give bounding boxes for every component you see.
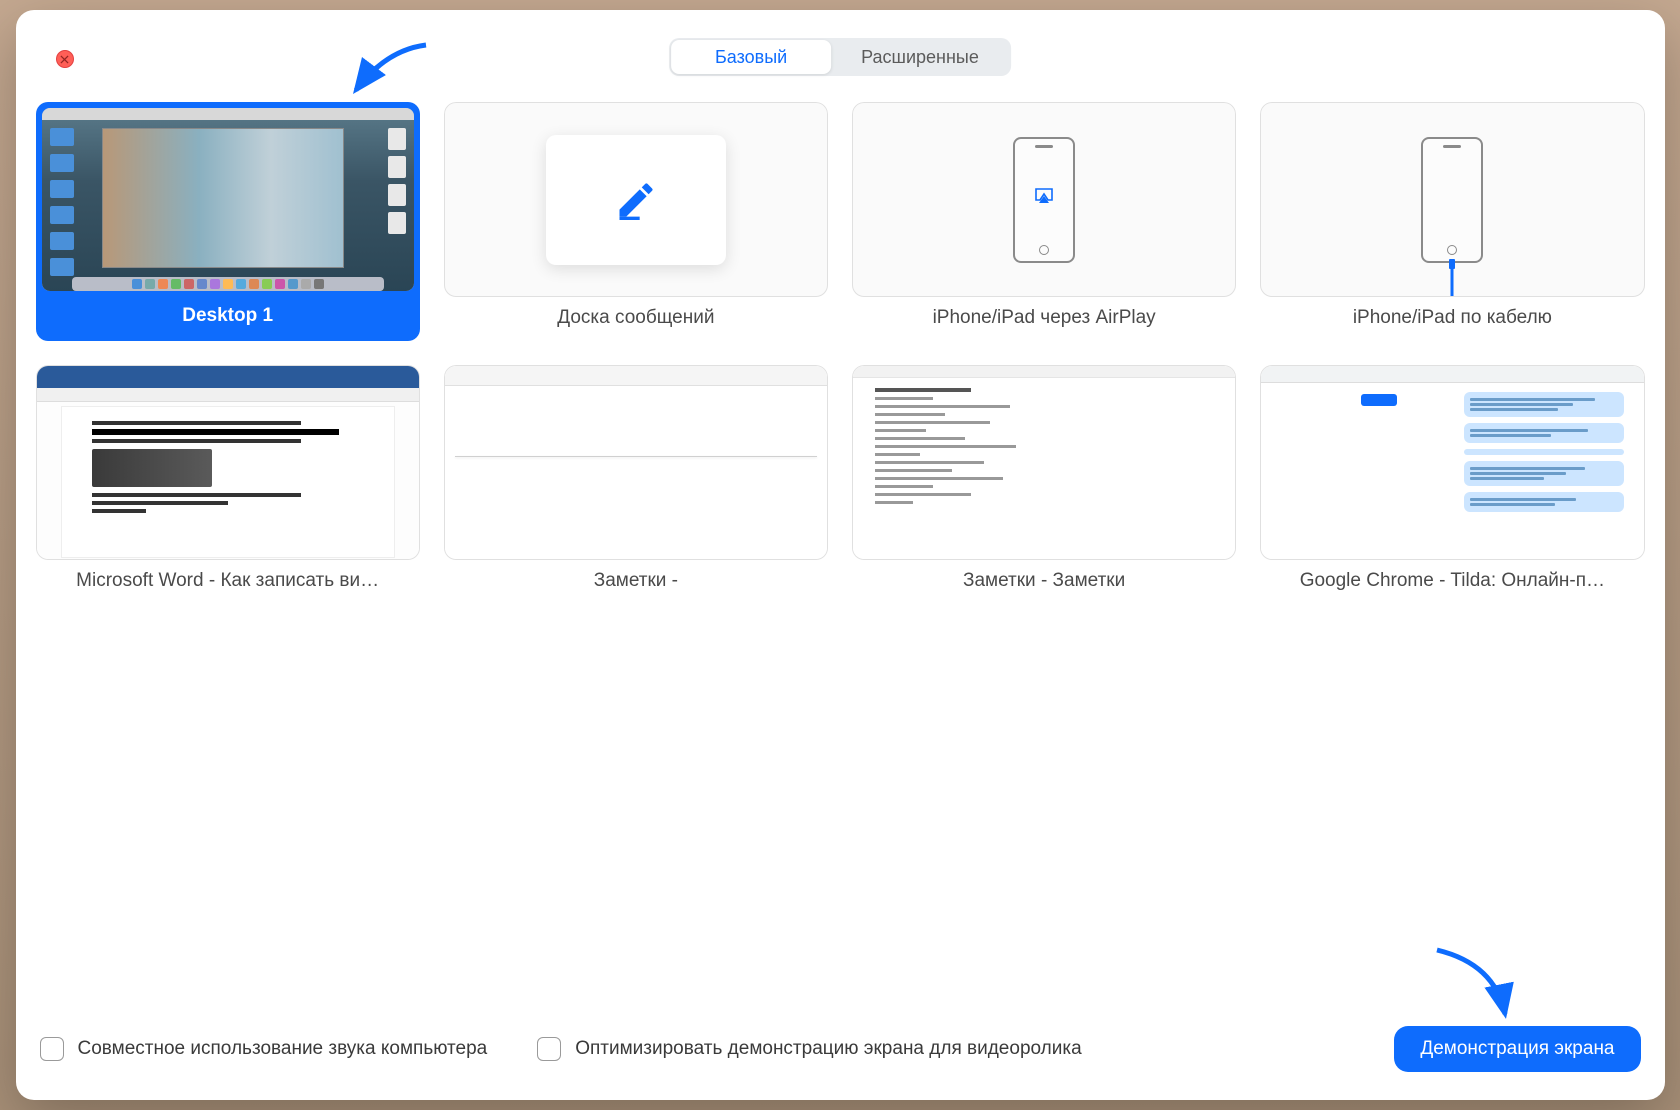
bottom-bar: Совместное использование звука компьютер… [16,1008,1665,1100]
chrome-thumbnail [1261,366,1643,559]
checkbox-label: Оптимизировать демонстрацию экрана для в… [575,1038,1081,1060]
checkbox-optimize-video[interactable]: Оптимизировать демонстрацию экрана для в… [537,1037,1081,1061]
screen-share-modal: Базовый Расширенные [16,10,1665,1100]
checkbox-icon [40,1037,64,1061]
source-label: Доска сообщений [549,297,722,341]
source-notes-1[interactable]: Заметки - [444,365,828,604]
source-iphone-airplay[interactable]: iPhone/iPad через AirPlay [852,102,1236,341]
share-screen-button[interactable]: Демонстрация экрана [1394,1026,1640,1072]
arrow-annotation-top [346,40,436,100]
iphone-outline-icon [1421,137,1483,263]
source-label: iPhone/iPad через AirPlay [925,297,1164,341]
checkbox-share-audio[interactable]: Совместное использование звука компьютер… [40,1037,488,1061]
word-thumbnail [37,366,419,559]
source-desktop-1[interactable]: Desktop 1 [36,102,420,341]
source-label: Desktop 1 [174,297,281,341]
tab-basic[interactable]: Базовый [671,40,831,74]
source-label: Google Chrome - Tilda: Онлайн-п… [1292,560,1613,604]
checkbox-icon [537,1037,561,1061]
source-label: Microsoft Word - Как записать ви… [68,560,387,604]
source-label: Заметки - [586,560,686,604]
share-sources-grid: Desktop 1 Доска сообщений [16,102,1665,1008]
source-chrome-window[interactable]: Google Chrome - Tilda: Онлайн-п… [1260,365,1644,604]
pencil-icon [614,178,658,222]
close-icon [60,55,69,64]
source-label: iPhone/iPad по кабелю [1345,297,1560,341]
source-notes-2[interactable]: Заметки - Заметки [852,365,1236,604]
tab-advanced[interactable]: Расширенные [831,40,1009,74]
notes-thumbnail [445,366,827,559]
airplay-icon [1030,184,1058,208]
checkbox-label: Совместное использование звука компьютер… [78,1038,488,1060]
iphone-outline-icon [1013,137,1075,263]
cable-icon [1447,259,1457,298]
desktop-thumbnail [42,108,414,291]
close-button[interactable] [56,50,74,68]
source-whiteboard[interactable]: Доска сообщений [444,102,828,341]
arrow-annotation-bottom [1425,944,1525,1022]
source-word-window[interactable]: Microsoft Word - Как записать ви… [36,365,420,604]
source-iphone-cable[interactable]: iPhone/iPad по кабелю [1260,102,1644,341]
source-label: Заметки - Заметки [955,560,1133,604]
whiteboard-thumbnail [546,135,726,265]
mode-segmented-control: Базовый Расширенные [669,38,1011,76]
notes-thumbnail [853,366,1235,559]
